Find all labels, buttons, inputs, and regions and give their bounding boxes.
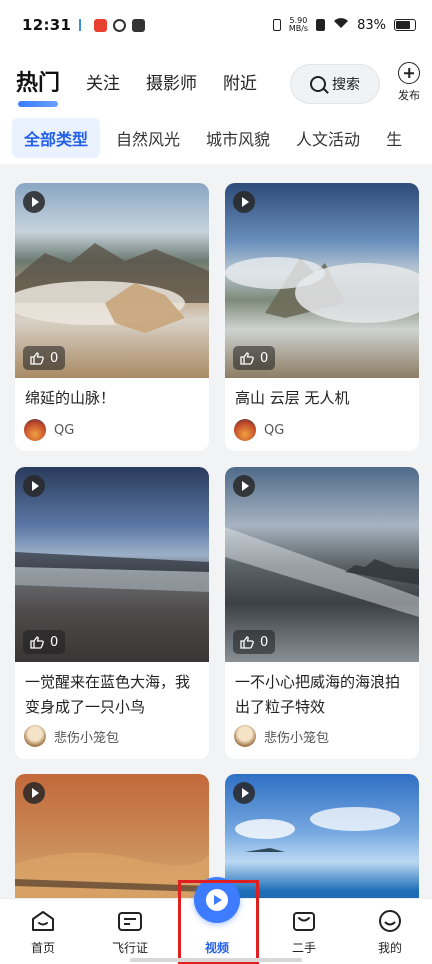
nav-home[interactable]: 首页 xyxy=(8,909,78,956)
nav-mine[interactable]: 我的 xyxy=(355,909,425,956)
author-name: 悲伤小笼包 xyxy=(54,730,120,746)
avatar xyxy=(234,419,256,441)
like-button[interactable]: 0 xyxy=(23,346,66,370)
net-speed: 5.90 MB/s xyxy=(289,17,308,33)
like-button[interactable]: 0 xyxy=(233,346,276,370)
category-bar: 全部类型 自然风光 城市风貌 人文活动 生 xyxy=(0,112,432,164)
license-card-icon xyxy=(117,909,143,933)
video-title: 一不小心把威海的海浪拍出了粒子特效 xyxy=(235,673,401,716)
sim-icon xyxy=(316,19,326,31)
net-speed-unit: MB/s xyxy=(288,24,309,33)
thumbs-up-icon xyxy=(30,351,44,365)
search-icon xyxy=(310,76,326,92)
download-icon xyxy=(79,19,88,31)
category-culture[interactable]: 人文活动 xyxy=(296,126,360,150)
avatar xyxy=(24,725,46,747)
status-time: 12:31 xyxy=(22,16,72,34)
wifi-icon xyxy=(333,17,349,33)
battery-icon xyxy=(394,19,416,31)
video-card[interactable]: 0 绵延的山脉！ QG xyxy=(15,183,209,451)
nav-license[interactable]: 飞行证 xyxy=(95,909,165,956)
nav-secondhand-label: 二手 xyxy=(291,941,316,955)
app-notification-icon xyxy=(94,18,108,32)
add-circle-icon xyxy=(398,62,420,84)
video-card[interactable]: 0 高山 云层 无人机 QG xyxy=(225,183,419,451)
tab-photographer[interactable]: 摄影师 xyxy=(146,69,197,94)
tab-nearby[interactable]: 附近 xyxy=(223,69,257,94)
profile-smile-icon xyxy=(377,909,403,933)
author[interactable]: QG xyxy=(24,419,74,441)
video-thumbnail[interactable]: 0 xyxy=(225,183,419,378)
shopping-bag-icon xyxy=(291,909,317,933)
search-button[interactable]: 搜索 xyxy=(290,64,380,104)
play-icon xyxy=(233,191,255,213)
author-name: 悲伤小笼包 xyxy=(264,730,330,746)
category-all[interactable]: 全部类型 xyxy=(12,118,101,158)
thumbs-up-icon xyxy=(240,635,254,649)
author-name: QG xyxy=(264,422,285,438)
author-name: QG xyxy=(54,422,75,438)
category-nature[interactable]: 自然风光 xyxy=(116,126,180,150)
video-card[interactable]: 0 一不小心把威海的海浪拍出了粒子特效 悲伤小笼包 xyxy=(225,467,419,759)
video-feed[interactable]: 0 绵延的山脉！ QG 0 高山 云层 无人机 QG 0 一觉醒来在蓝色大海，我… xyxy=(0,166,432,898)
author[interactable]: QG xyxy=(234,419,284,441)
nav-license-label: 飞行证 xyxy=(111,941,148,955)
play-icon xyxy=(233,475,255,497)
video-title: 高山 云层 无人机 xyxy=(235,389,350,407)
tab-hot[interactable]: 热门 xyxy=(16,65,60,107)
status-right: 5.90 MB/s 83% xyxy=(272,17,416,33)
nav-home-label: 首页 xyxy=(30,941,55,955)
battery-percent: 83% xyxy=(357,17,386,33)
like-count: 0 xyxy=(50,634,59,650)
author[interactable]: 悲伤小笼包 xyxy=(234,725,329,747)
category-more[interactable]: 生 xyxy=(386,126,402,150)
nav-mine-label: 我的 xyxy=(377,941,402,955)
status-bar: 12:31 5.90 MB/s 83% xyxy=(0,0,432,50)
vibrate-icon xyxy=(272,19,281,31)
publish-button[interactable]: 发布 xyxy=(392,62,426,103)
video-title: 绵延的山脉！ xyxy=(25,389,116,407)
message-icon xyxy=(132,18,146,32)
video-title: 一觉醒来在蓝色大海，我变身成了一只小鸟 xyxy=(25,673,191,716)
like-button[interactable]: 0 xyxy=(23,630,66,654)
category-city[interactable]: 城市风貌 xyxy=(206,126,270,150)
home-indicator xyxy=(130,958,302,962)
like-count: 0 xyxy=(260,350,269,366)
tab-follow[interactable]: 关注 xyxy=(86,69,120,94)
author[interactable]: 悲伤小笼包 xyxy=(24,725,119,747)
thumbs-up-icon xyxy=(240,351,254,365)
video-thumbnail[interactable]: 0 xyxy=(225,467,419,662)
avatar xyxy=(24,419,46,441)
thumbs-up-icon xyxy=(30,635,44,649)
play-icon xyxy=(23,782,45,804)
like-count: 0 xyxy=(260,634,269,650)
play-icon xyxy=(233,782,255,804)
like-count: 0 xyxy=(50,350,59,366)
play-icon xyxy=(23,475,45,497)
highlight-box xyxy=(178,880,259,964)
top-tab-bar: 热门 关注 摄影师 附近 搜索 发布 xyxy=(0,50,432,112)
publish-label: 发布 xyxy=(398,89,420,102)
avatar xyxy=(234,725,256,747)
sync-icon xyxy=(113,18,127,32)
nav-secondhand[interactable]: 二手 xyxy=(269,909,339,956)
video-card[interactable]: 0 一觉醒来在蓝色大海，我变身成了一只小鸟 悲伤小笼包 xyxy=(15,467,209,759)
like-button[interactable]: 0 xyxy=(233,630,276,654)
play-icon xyxy=(23,191,45,213)
home-icon xyxy=(30,909,56,933)
notification-icons xyxy=(79,18,146,32)
search-label: 搜索 xyxy=(332,77,360,93)
video-thumbnail[interactable]: 0 xyxy=(15,467,209,662)
video-thumbnail[interactable]: 0 xyxy=(15,183,209,378)
